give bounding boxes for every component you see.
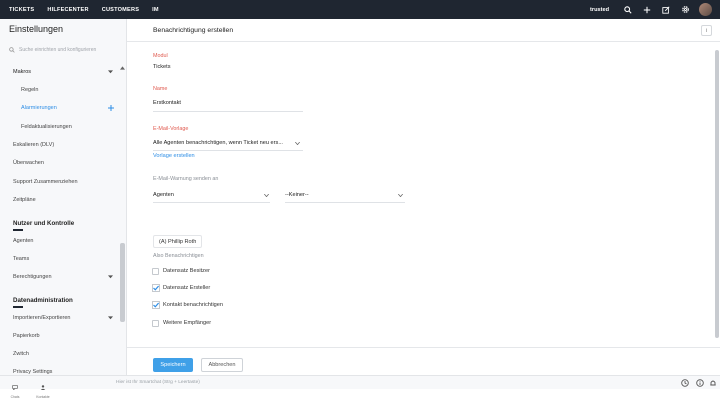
sidebar-scrollbar[interactable]	[119, 66, 126, 375]
smartchat-input[interactable]: Hier ist Ihr Smartchat (Strg + Leertaste…	[116, 380, 200, 385]
top-right-actions: trusted	[590, 0, 720, 19]
clock-icon[interactable]	[681, 379, 689, 387]
checkbox-label: Datensatz Besitzer	[163, 268, 210, 274]
cancel-button[interactable]: Abbrechen	[201, 358, 243, 372]
sidebar-section-nutzer: Nutzer und Kontrolle	[13, 220, 75, 227]
sidebar-item-berechtigungen[interactable]: Berechtigungen	[13, 274, 52, 280]
search-icon	[9, 47, 15, 53]
modul-label: Modul	[153, 53, 168, 59]
add-alert-icon[interactable]	[108, 105, 114, 111]
gear-icon[interactable]	[680, 5, 690, 15]
page-title: Benachrichtigung erstellen	[153, 27, 234, 34]
sidebar-item-support[interactable]: Support Zusammenziehen	[13, 179, 78, 185]
name-label: Name	[153, 86, 168, 92]
portal-name[interactable]: trusted	[590, 7, 609, 13]
compose-icon[interactable]	[661, 5, 671, 15]
send-to-label: E-Mail-Warnung senden an	[153, 176, 219, 182]
avatar[interactable]	[699, 3, 712, 16]
name-input-underline	[153, 111, 303, 112]
chevron-down-icon	[108, 275, 113, 279]
section-underline	[13, 229, 23, 231]
sidebar-item-ueberwachen[interactable]: Überwachen	[13, 160, 44, 166]
checkbox-label: Kontakt benachrichtigen	[163, 302, 224, 308]
nav-im[interactable]: IM	[152, 7, 159, 13]
checkbox-checked-icon[interactable]	[152, 301, 160, 309]
sidebar-item-papierkorb[interactable]: Papierkorb	[13, 333, 40, 339]
name-input[interactable]: Erstkontakt	[153, 100, 181, 106]
recipient-chip[interactable]: (A) Phillip Roth	[153, 235, 203, 248]
tab-chats[interactable]: Chats	[0, 377, 30, 399]
sidebar-item-regeln[interactable]: Regeln	[21, 87, 38, 93]
chevron-down-icon	[108, 70, 113, 74]
checkbox-datensatz-besitzer[interactable]	[152, 268, 159, 275]
info-button[interactable]: i	[701, 25, 712, 36]
sidebar-item-feldaktualisierungen[interactable]: Feldaktualisierungen	[21, 124, 72, 130]
sidebar-search-placeholder: Suche einrichten und konfigurieren	[19, 47, 97, 53]
main-scrollbar[interactable]	[715, 44, 719, 344]
sidebar-item-alarmierungen[interactable]: Alarmierungen	[21, 105, 57, 111]
nav-hilfecenter[interactable]: HILFECENTER	[47, 7, 88, 13]
main-content: Benachrichtigung erstellen i Modul Ticke…	[127, 19, 720, 375]
chevron-down-icon	[398, 194, 403, 197]
bottom-bar: Chats Kontakte Hier ist Ihr Smartchat (S…	[0, 375, 720, 399]
sidebar-item-eskalieren[interactable]: Eskalieren (DLV)	[13, 142, 54, 148]
plus-icon[interactable]	[642, 5, 652, 15]
checkbox-weitere-empfaenger[interactable]	[152, 320, 159, 327]
template-label: E-Mail-Vorlage	[153, 126, 189, 132]
scroll-up-icon	[120, 66, 125, 70]
template-select-underline	[153, 150, 303, 151]
info-icon[interactable]	[696, 379, 704, 387]
chat-icon	[12, 385, 18, 391]
sidebar-title: Einstellungen	[9, 24, 64, 34]
tab-chats-label: Chats	[10, 395, 20, 399]
nav-tickets[interactable]: TICKETS	[9, 7, 34, 13]
send-to-select[interactable]: Agenten	[153, 192, 174, 198]
contact-icon	[40, 385, 46, 390]
modul-value: Tickets	[153, 64, 171, 70]
template-select[interactable]: Alle Agenten benachrichtigen, wenn Ticke…	[153, 140, 283, 146]
chevron-down-icon	[264, 194, 269, 197]
send-to-secondary-select[interactable]: --Keiner--	[285, 192, 309, 198]
top-nav-menu: TICKETS HILFECENTER CUSTOMERS IM	[0, 0, 163, 19]
sidebar-section-daten: Datenadministration	[13, 297, 73, 304]
sidebar-item-teams[interactable]: Teams	[13, 256, 29, 262]
checkbox-label: Datensatz Ersteller	[163, 285, 211, 291]
sidebar-item-import[interactable]: Importieren/Exportieren	[13, 315, 70, 321]
top-navigation-bar: TICKETS HILFECENTER CUSTOMERS IM trusted	[0, 0, 720, 19]
also-notify-label: Also Benachrichtigen	[153, 253, 204, 259]
sidebar-search[interactable]: Suche einrichten und konfigurieren	[9, 47, 96, 53]
checkbox-label: Weitere Empfänger	[163, 320, 212, 326]
sidebar-item-zeitplaene[interactable]: Zeitpläne	[13, 197, 36, 203]
main-scroll-thumb[interactable]	[715, 50, 719, 338]
chevron-down-icon	[295, 142, 300, 145]
tab-contacts[interactable]: Kontakte	[28, 377, 58, 399]
send-to-secondary-underline	[285, 202, 405, 203]
sidebar-item-zwitsch[interactable]: Zwitch	[13, 351, 29, 357]
save-button[interactable]: Speichern	[153, 358, 193, 372]
form-footer: Speichern Abbrechen	[127, 347, 720, 375]
sidebar-item-agenten[interactable]: Agenten	[13, 238, 34, 244]
sidebar-scroll-thumb[interactable]	[120, 243, 125, 322]
chevron-down-icon	[108, 316, 113, 320]
checkbox-checked-icon[interactable]	[152, 284, 160, 292]
sidebar-item-makros[interactable]: Makros	[13, 69, 31, 75]
section-underline	[13, 306, 23, 308]
notification-bell-icon[interactable]	[709, 379, 717, 387]
page-header: Benachrichtigung erstellen i	[127, 19, 720, 42]
create-template-link[interactable]: Vorlage erstellen	[153, 153, 195, 159]
search-icon[interactable]	[623, 5, 633, 15]
settings-sidebar: Einstellungen Suche einrichten und konfi…	[0, 19, 127, 375]
nav-customers[interactable]: CUSTOMERS	[102, 7, 139, 13]
tab-contacts-label: Kontakte	[36, 395, 50, 399]
send-to-underline	[153, 202, 270, 203]
